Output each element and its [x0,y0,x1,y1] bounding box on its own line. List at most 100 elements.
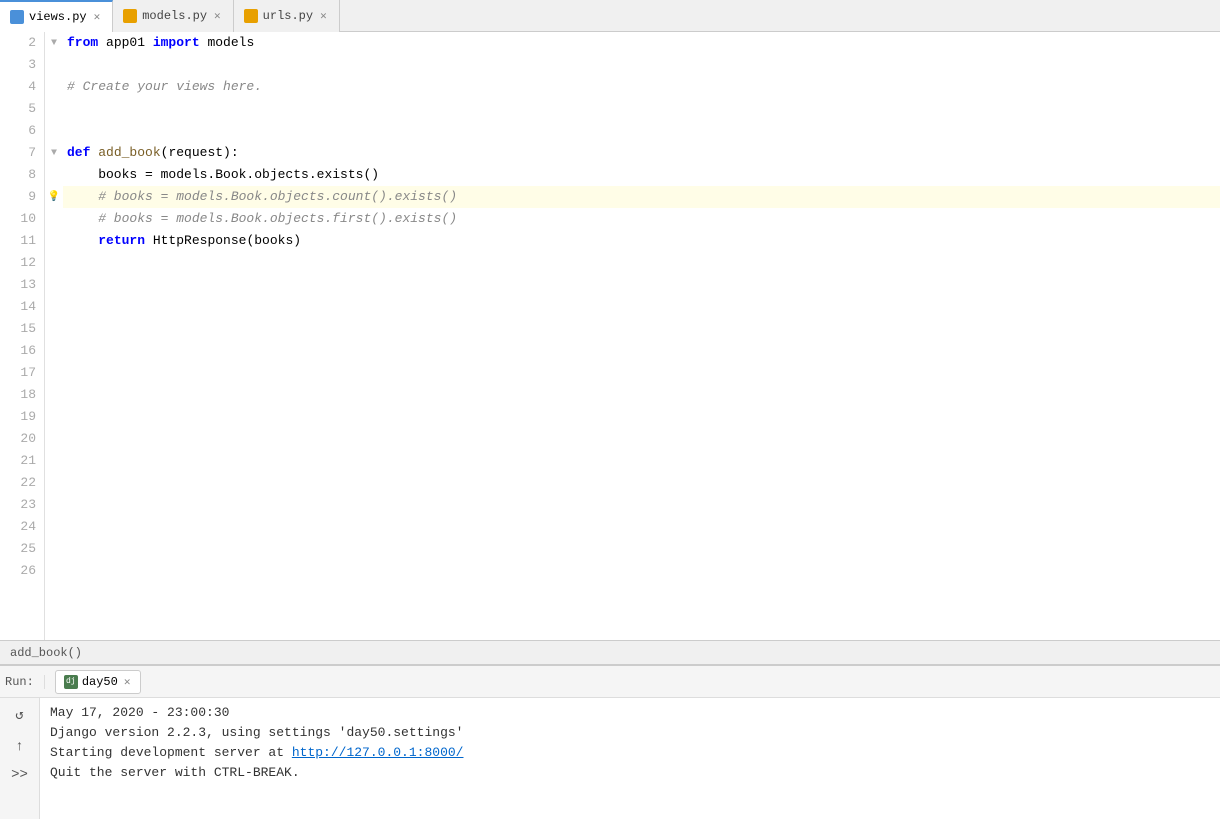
code-line-17[interactable] [63,362,1220,384]
fold-spacer-15 [45,318,63,340]
fold-spacer-13 [45,274,63,296]
run-tab-close[interactable]: ✕ [122,674,133,690]
tab-models-close[interactable]: ✕ [212,8,223,24]
code-line-16[interactable] [63,340,1220,362]
run-panel-header: Run: dj day50 ✕ [0,666,1220,698]
fold-spacer-19 [45,406,63,428]
line-num-8: 8 [0,164,36,186]
fold-button-7[interactable]: ▼ [45,142,63,164]
fold-spacer-4 [45,76,63,98]
fold-spacer-26 [45,560,63,582]
code-line-2[interactable]: from app01 import models [63,32,1220,54]
fold-spacer-6 [45,120,63,142]
line-num-5: 5 [0,98,36,120]
tab-urls-close[interactable]: ✕ [318,8,329,24]
code-line-26[interactable] [63,560,1220,582]
line-num-19: 19 [0,406,36,428]
line-num-24: 24 [0,516,36,538]
tab-views-close[interactable]: ✕ [92,9,103,25]
fold-spacer-3 [45,54,63,76]
fold-spacer-8 [45,164,63,186]
run-label: Run: [5,675,45,689]
tab-urls[interactable]: urls.py ✕ [234,0,340,32]
code-line-24[interactable] [63,516,1220,538]
fold-spacer-20 [45,428,63,450]
line-num-17: 17 [0,362,36,384]
fold-spacer-12 [45,252,63,274]
line-num-14: 14 [0,296,36,318]
code-line-25[interactable] [63,538,1220,560]
code-line-20[interactable] [63,428,1220,450]
run-tab-day50[interactable]: dj day50 ✕ [55,670,142,694]
fold-spacer-5 [45,98,63,120]
code-line-8[interactable]: books = models.Book.objects.exists() [63,164,1220,186]
code-line-3[interactable] [63,54,1220,76]
code-line-11[interactable]: return HttpResponse(books) [63,230,1220,252]
run-output-line: Starting development server at http://12… [50,743,1210,763]
code-line-18[interactable] [63,384,1220,406]
run-sidebar: ↺ ↑ >> [0,698,40,819]
status-text: add_book() [10,646,82,660]
fold-spacer-23 [45,494,63,516]
fold-spacer-11 [45,230,63,252]
code-content[interactable]: from app01 import models # Create your v… [63,32,1220,640]
code-lines-container: from app01 import models # Create your v… [63,32,1220,582]
code-line-5[interactable] [63,98,1220,120]
fold-spacer-10 [45,208,63,230]
line-num-12: 12 [0,252,36,274]
run-scroll-up-button[interactable]: ↑ [8,735,32,759]
run-restart-button[interactable]: ↺ [8,703,32,727]
tab-views-label: views.py [29,10,87,24]
line-num-10: 10 [0,208,36,230]
views-file-icon [10,10,24,24]
line-num-23: 23 [0,494,36,516]
line-num-6: 6 [0,120,36,142]
tab-urls-label: urls.py [263,9,313,23]
code-line-14[interactable] [63,296,1220,318]
fold-spacer-24 [45,516,63,538]
code-line-15[interactable] [63,318,1220,340]
run-panel: Run: dj day50 ✕ ↺ ↑ >> May 17, 2020 - 23… [0,664,1220,819]
code-line-22[interactable] [63,472,1220,494]
status-bar: add_book() [0,640,1220,664]
code-line-10[interactable]: # books = models.Book.objects.first().ex… [63,208,1220,230]
code-line-6[interactable] [63,120,1220,142]
code-line-13[interactable] [63,274,1220,296]
line-num-13: 13 [0,274,36,296]
line-num-7: 7 [0,142,36,164]
fold-spacer-17 [45,362,63,384]
fold-spacer-21 [45,450,63,472]
run-output-line: Quit the server with CTRL-BREAK. [50,763,1210,783]
editor-area: 2345678910111213141516171819202122232425… [0,32,1220,640]
tab-models[interactable]: models.py ✕ [113,0,233,32]
line-num-15: 15 [0,318,36,340]
fold-spacer-16 [45,340,63,362]
tab-views[interactable]: views.py ✕ [0,0,113,32]
run-more-button[interactable]: >> [8,767,32,783]
fold-spacer-18 [45,384,63,406]
code-line-9[interactable]: # books = models.Book.objects.count().ex… [63,186,1220,208]
line-num-9: 9 [0,186,36,208]
tab-bar: views.py ✕ models.py ✕ urls.py ✕ [0,0,1220,32]
fold-button-2[interactable]: ▼ [45,32,63,54]
code-line-12[interactable] [63,252,1220,274]
line-num-26: 26 [0,560,36,582]
line-num-2: 2 [0,32,36,54]
server-url-link[interactable]: http://127.0.0.1:8000/ [292,745,464,760]
code-line-23[interactable] [63,494,1220,516]
code-line-7[interactable]: def add_book(request): [63,142,1220,164]
line-num-18: 18 [0,384,36,406]
code-line-4[interactable]: # Create your views here. [63,76,1220,98]
bulb-icon-9[interactable]: 💡 [45,186,63,208]
urls-file-icon [244,9,258,23]
run-output-line: Django version 2.2.3, using settings 'da… [50,723,1210,743]
line-num-3: 3 [0,54,36,76]
fold-spacer-22 [45,472,63,494]
line-num-16: 16 [0,340,36,362]
fold-gutter: ▼ ▼ 💡 [45,32,63,640]
code-line-19[interactable] [63,406,1220,428]
code-line-21[interactable] [63,450,1220,472]
line-num-4: 4 [0,76,36,98]
run-output: May 17, 2020 - 23:00:30Django version 2.… [40,698,1220,819]
django-icon: dj [64,675,78,689]
